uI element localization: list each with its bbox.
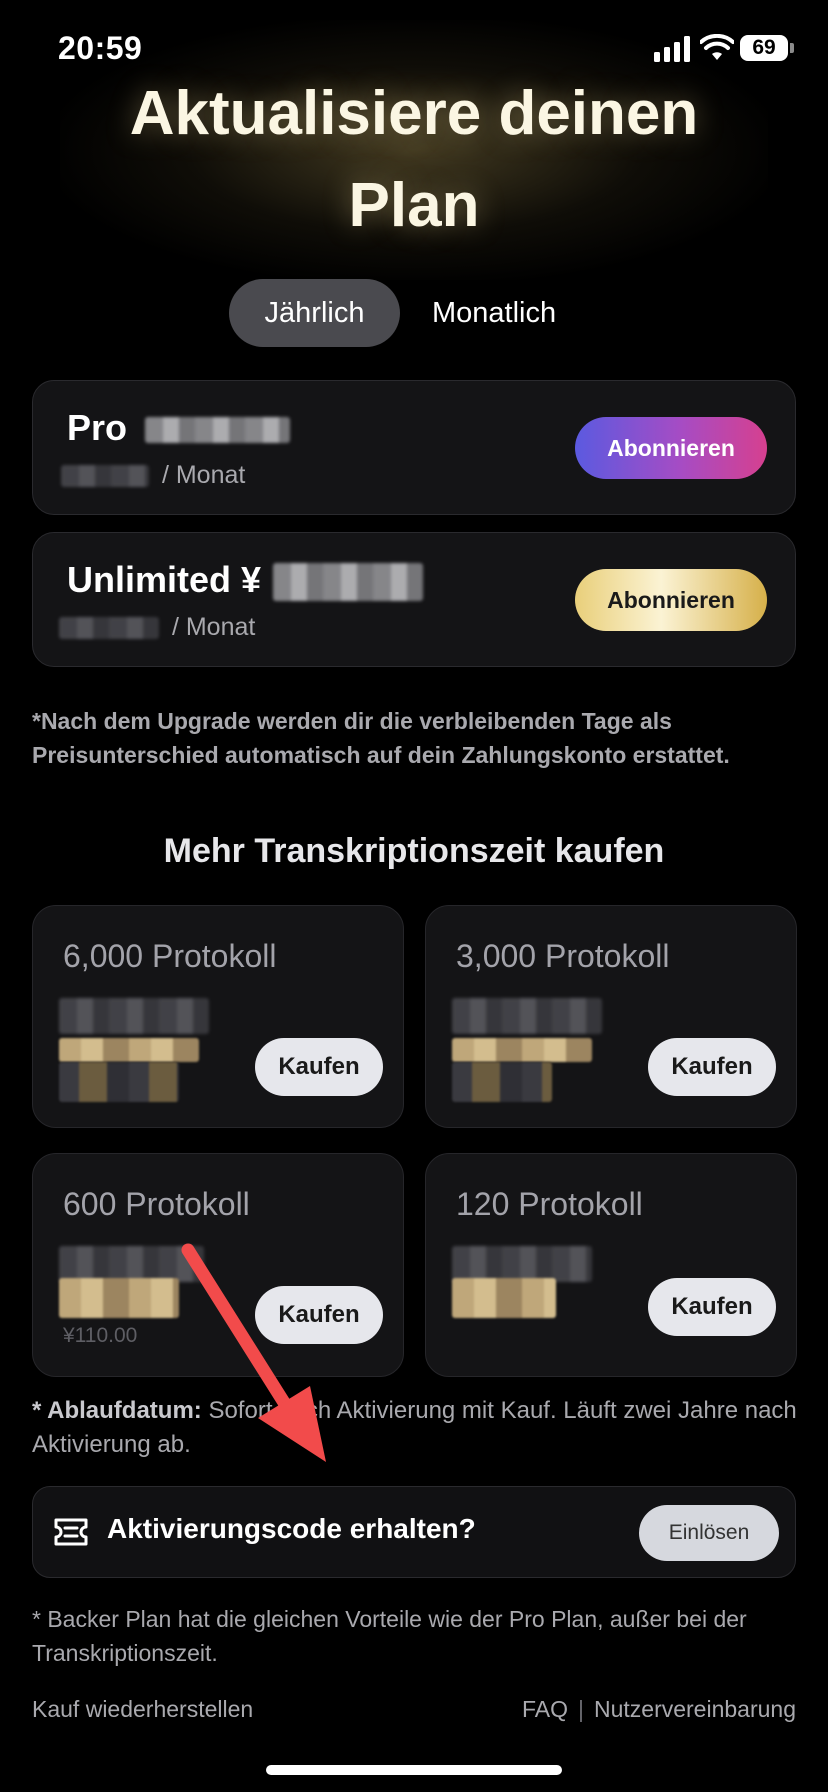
footer-right-links: FAQ | Nutzervereinbarung — [522, 1696, 796, 1723]
page-title: Aktualisiere deinen Plan — [0, 68, 828, 252]
battery-cap — [790, 43, 794, 53]
backer-plan-note: * Backer Plan hat die gleichen Vorteile … — [32, 1606, 747, 1666]
page-title-line2: Plan — [348, 171, 480, 240]
per-month-label: / Monat — [171, 613, 256, 641]
pack-600: 600 Protokoll ¥110.00 Kaufen — [32, 1153, 404, 1377]
blurred-pack-detail — [452, 998, 602, 1034]
blurred-pack-subprice — [59, 1062, 179, 1102]
pack-3000: 3,000 Protokoll Kaufen — [425, 905, 797, 1128]
blurred-pack-subprice — [452, 1062, 552, 1102]
blurred-pack-price — [59, 1038, 199, 1062]
subscribe-pro-button[interactable]: Abonnieren — [575, 417, 767, 479]
blurred-pack-detail — [59, 1246, 204, 1282]
toggle-yearly[interactable]: Jährlich — [229, 279, 400, 347]
plan-name-text: Unlimited ¥ — [67, 559, 262, 600]
wifi-icon — [700, 34, 734, 60]
pack-6000: 6,000 Protokoll Kaufen — [32, 905, 404, 1128]
faq-link[interactable]: FAQ — [522, 1696, 568, 1723]
blurred-pack-price — [452, 1038, 592, 1062]
subscribe-unlimited-button[interactable]: Abonnieren — [575, 569, 767, 631]
footer-separator: | — [578, 1696, 584, 1722]
activation-code-label: Aktivierungscode erhalten? — [107, 1513, 476, 1544]
pack-name: 6,000 Protokoll — [63, 938, 277, 974]
blurred-pack-price — [59, 1278, 179, 1318]
plan-name: Pro — [67, 407, 291, 449]
blurred-pack-detail — [59, 998, 209, 1034]
pack-old-price: ¥110.00 — [63, 1324, 138, 1347]
blurred-pack-detail — [452, 1246, 592, 1282]
redeem-button[interactable]: Einlösen — [639, 1505, 779, 1561]
status-time: 20:59 — [58, 30, 143, 66]
plan-name-text: Pro — [67, 407, 128, 448]
plan-card-pro: Pro / Monat Abonnieren — [32, 380, 796, 515]
plan-card-unlimited: Unlimited ¥ / Monat Abonnieren — [32, 532, 796, 667]
toggle-monthly[interactable]: Monatlich — [400, 279, 588, 347]
restore-purchase-link[interactable]: Kauf wiederherstellen — [32, 1696, 253, 1723]
blurred-price — [273, 563, 424, 602]
buy-120-button[interactable]: Kaufen — [648, 1278, 776, 1336]
ticket-icon — [54, 1518, 88, 1546]
pack-name: 600 Protokoll — [63, 1186, 250, 1222]
expiry-note: * Ablaufdatum: Sofort nach Aktivierung m… — [32, 1394, 802, 1462]
page-title-line1: Aktualisiere deinen — [129, 79, 699, 148]
battery-indicator: 69 — [740, 35, 788, 61]
home-indicator[interactable] — [266, 1765, 562, 1775]
blurred-price — [145, 417, 291, 444]
per-month-label: / Monat — [161, 461, 246, 489]
cellular-signal-icon — [654, 36, 690, 62]
activation-code-card[interactable]: Aktivierungscode erhalten? Einlösen — [32, 1486, 796, 1578]
pack-120: 120 Protokoll Kaufen — [425, 1153, 797, 1377]
pack-name: 120 Protokoll — [456, 1186, 643, 1222]
upgrade-refund-note: *Nach dem Upgrade werden dir die verblei… — [32, 708, 730, 768]
blurred-pack-price — [452, 1278, 556, 1318]
buy-600-button[interactable]: Kaufen — [255, 1286, 383, 1344]
battery-level: 69 — [752, 36, 776, 59]
blurred-monthly-price — [61, 465, 149, 488]
billing-period-toggle: Jährlich Monatlich — [229, 279, 588, 347]
pack-name: 3,000 Protokoll — [456, 938, 670, 974]
terms-link[interactable]: Nutzervereinbarung — [594, 1696, 796, 1723]
plan-name: Unlimited ¥ — [67, 559, 424, 602]
buy-3000-button[interactable]: Kaufen — [648, 1038, 776, 1096]
plan-monthly-price: / Monat — [59, 613, 255, 642]
expiry-label: * Ablaufdatum: — [32, 1397, 202, 1424]
blurred-monthly-price — [59, 617, 159, 640]
plan-monthly-price: / Monat — [61, 461, 245, 490]
buy-6000-button[interactable]: Kaufen — [255, 1038, 383, 1096]
more-time-title: Mehr Transkriptionszeit kaufen — [163, 832, 665, 870]
